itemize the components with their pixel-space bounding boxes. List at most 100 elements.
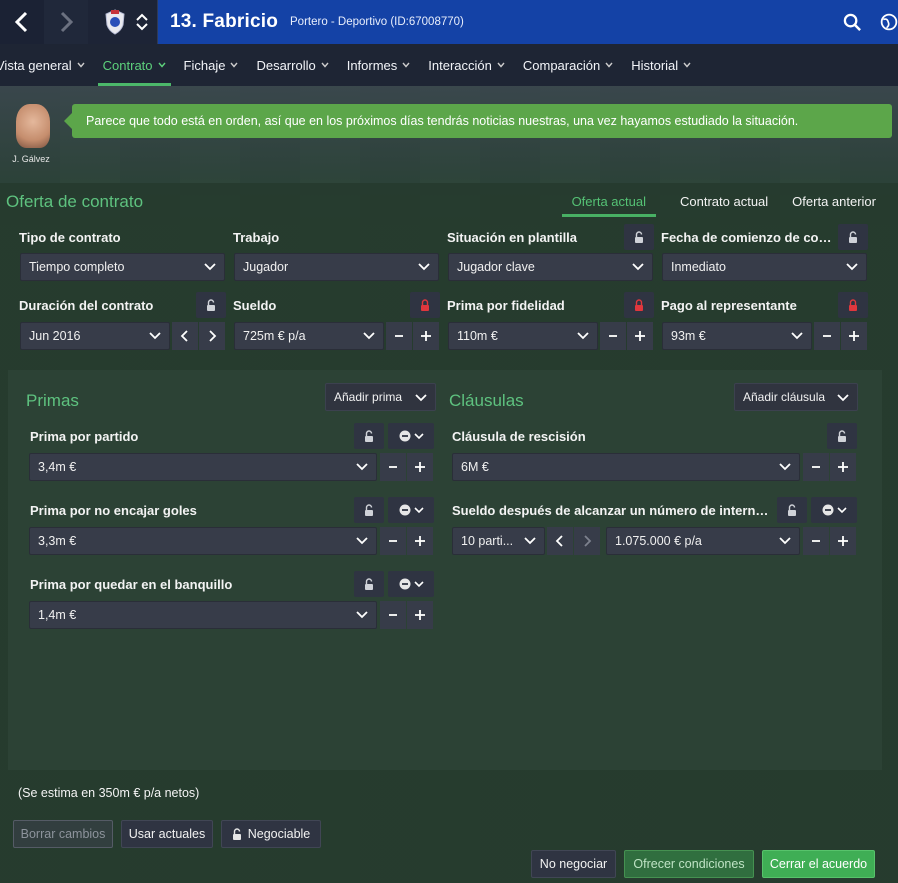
partidos-prev-button[interactable]: [547, 527, 573, 555]
chevron-down-icon: [356, 537, 368, 545]
trabajo-select[interactable]: Jugador: [234, 253, 439, 281]
rescision-decrease-button[interactable]: [803, 453, 829, 481]
sueldo-internacional-decrease-button[interactable]: [803, 527, 829, 555]
menu-comparacion[interactable]: Comparación: [514, 44, 622, 86]
prima-no-encajar-select[interactable]: 3,3m €: [29, 527, 377, 555]
tab-oferta-anterior[interactable]: Oferta anterior: [792, 194, 876, 215]
borrar-cambios-button[interactable]: Borrar cambios: [13, 820, 113, 848]
partidos-select[interactable]: 10 parti...: [452, 527, 545, 555]
duracion-next-button[interactable]: [199, 322, 225, 350]
search-button[interactable]: [838, 8, 866, 36]
forward-button[interactable]: [44, 0, 88, 44]
minus-icon: [389, 540, 397, 542]
add-clause-dropdown[interactable]: Añadir cláusula: [734, 383, 858, 411]
minus-icon: [812, 466, 820, 468]
prima-partido-select[interactable]: 3,4m €: [29, 453, 377, 481]
ofrecer-condiciones-button[interactable]: Ofrecer condiciones: [624, 850, 754, 878]
rescision-lock-button[interactable]: [827, 423, 857, 449]
tab-oferta-actual[interactable]: Oferta actual: [561, 194, 657, 217]
chevron-left-icon: [180, 330, 188, 342]
sueldo-increase-button[interactable]: [413, 322, 439, 350]
menu-informes[interactable]: Informes: [338, 44, 420, 86]
no-negociar-button[interactable]: No negociar: [531, 850, 616, 878]
representante-label: Pago al representante: [661, 298, 797, 313]
chevron-down-icon: [413, 432, 424, 439]
representante-increase-button[interactable]: [841, 322, 867, 350]
remove-circle-icon: [822, 504, 833, 516]
menu-interaccion[interactable]: Interacción: [419, 44, 514, 86]
prima-partido-decrease-button[interactable]: [380, 453, 406, 481]
select-value: Jugador: [243, 260, 289, 274]
select-value: 93m €: [671, 329, 706, 343]
menu-historial[interactable]: Historial: [622, 44, 700, 86]
rescision-increase-button[interactable]: [830, 453, 856, 481]
duracion-select[interactable]: Jun 2016: [20, 322, 170, 350]
prima-no-encajar-decrease-button[interactable]: [380, 527, 406, 555]
sueldo-decrease-button[interactable]: [386, 322, 412, 350]
sueldo-select[interactable]: 725m € p/a: [234, 322, 384, 350]
club-selector[interactable]: [88, 0, 158, 44]
fecha-lock-button[interactable]: [838, 224, 868, 250]
chevron-down-icon: [415, 394, 427, 402]
back-button[interactable]: [0, 0, 44, 44]
prima-partido-lock-button[interactable]: [354, 423, 384, 449]
prima-no-encajar-lock-button[interactable]: [354, 497, 384, 523]
fidelidad-lock-button[interactable]: [624, 292, 654, 318]
sueldo-internacional-increase-button[interactable]: [830, 527, 856, 555]
fidelidad-decrease-button[interactable]: [600, 322, 626, 350]
prima-banquillo-decrease-button[interactable]: [380, 601, 406, 629]
representante-select[interactable]: 93m €: [662, 322, 812, 350]
prima-banquillo-remove-dropdown[interactable]: [388, 571, 434, 597]
select-value: 3,4m €: [38, 460, 77, 474]
cerrar-acuerdo-button[interactable]: Cerrar el acuerdo: [762, 850, 875, 878]
fidelidad-select[interactable]: 110m €: [448, 322, 598, 350]
usar-actuales-button[interactable]: Usar actuales: [121, 820, 213, 848]
select-value: 1,4m €: [38, 608, 77, 622]
menu-desarrollo[interactable]: Desarrollo: [247, 44, 337, 86]
plus-icon: [421, 331, 431, 341]
chevron-down-icon: [524, 537, 536, 545]
sueldo-internacional-lock-button[interactable]: [777, 497, 807, 523]
menu-fichaje[interactable]: Fichaje: [175, 44, 248, 86]
panel-title: Oferta de contrato: [6, 192, 144, 211]
negociable-button[interactable]: Negociable: [221, 820, 321, 848]
lock-icon: [849, 299, 857, 311]
fidelidad-increase-button[interactable]: [627, 322, 653, 350]
select-value: Jun 2016: [29, 329, 81, 343]
fecha-comienzo-select[interactable]: Inmediato: [662, 253, 867, 281]
representante-lock-button[interactable]: [838, 292, 868, 318]
menu-contrato[interactable]: Contrato: [94, 44, 175, 86]
up-down-icon[interactable]: [136, 13, 148, 31]
prima-banquillo-lock-button[interactable]: [354, 571, 384, 597]
prima-banquillo-select[interactable]: 1,4m €: [29, 601, 377, 629]
duracion-lock-button[interactable]: [196, 292, 226, 318]
prima-partido-remove-dropdown[interactable]: [388, 423, 434, 449]
minus-icon: [823, 335, 831, 337]
prima-banquillo-increase-button[interactable]: [407, 601, 433, 629]
duracion-prev-button[interactable]: [172, 322, 198, 350]
situacion-select[interactable]: Jugador clave: [448, 253, 653, 281]
sueldo-internacional-remove-dropdown[interactable]: [811, 497, 857, 523]
unlock-icon: [232, 828, 241, 840]
prima-no-encajar-remove-dropdown[interactable]: [388, 497, 434, 523]
representante-decrease-button[interactable]: [814, 322, 840, 350]
tab-contrato-actual[interactable]: Contrato actual: [680, 194, 768, 215]
select-value: 725m € p/a: [243, 329, 306, 343]
prima-no-encajar-increase-button[interactable]: [407, 527, 433, 555]
rescision-select[interactable]: 6M €: [452, 453, 800, 481]
add-bonus-dropdown[interactable]: Añadir prima: [325, 383, 436, 411]
partidos-next-button[interactable]: [574, 527, 600, 555]
staff-member[interactable]: J. Gálvez: [10, 104, 56, 164]
plus-icon: [415, 610, 425, 620]
sueldo-internacional-select[interactable]: 1.075.000 € p/a: [606, 527, 800, 555]
prima-partido-label: Prima por partido: [30, 429, 139, 444]
sueldo-lock-button[interactable]: [410, 292, 440, 318]
situacion-lock-button[interactable]: [624, 224, 654, 250]
tipo-contrato-select[interactable]: Tiempo completo: [20, 253, 225, 281]
prima-partido-increase-button[interactable]: [407, 453, 433, 481]
chevron-down-icon: [356, 463, 368, 471]
globe-button[interactable]: [880, 8, 898, 36]
back-icon: [14, 11, 28, 33]
menu-vista-general[interactable]: Vista general: [0, 44, 94, 86]
select-value: 110m €: [457, 329, 498, 343]
